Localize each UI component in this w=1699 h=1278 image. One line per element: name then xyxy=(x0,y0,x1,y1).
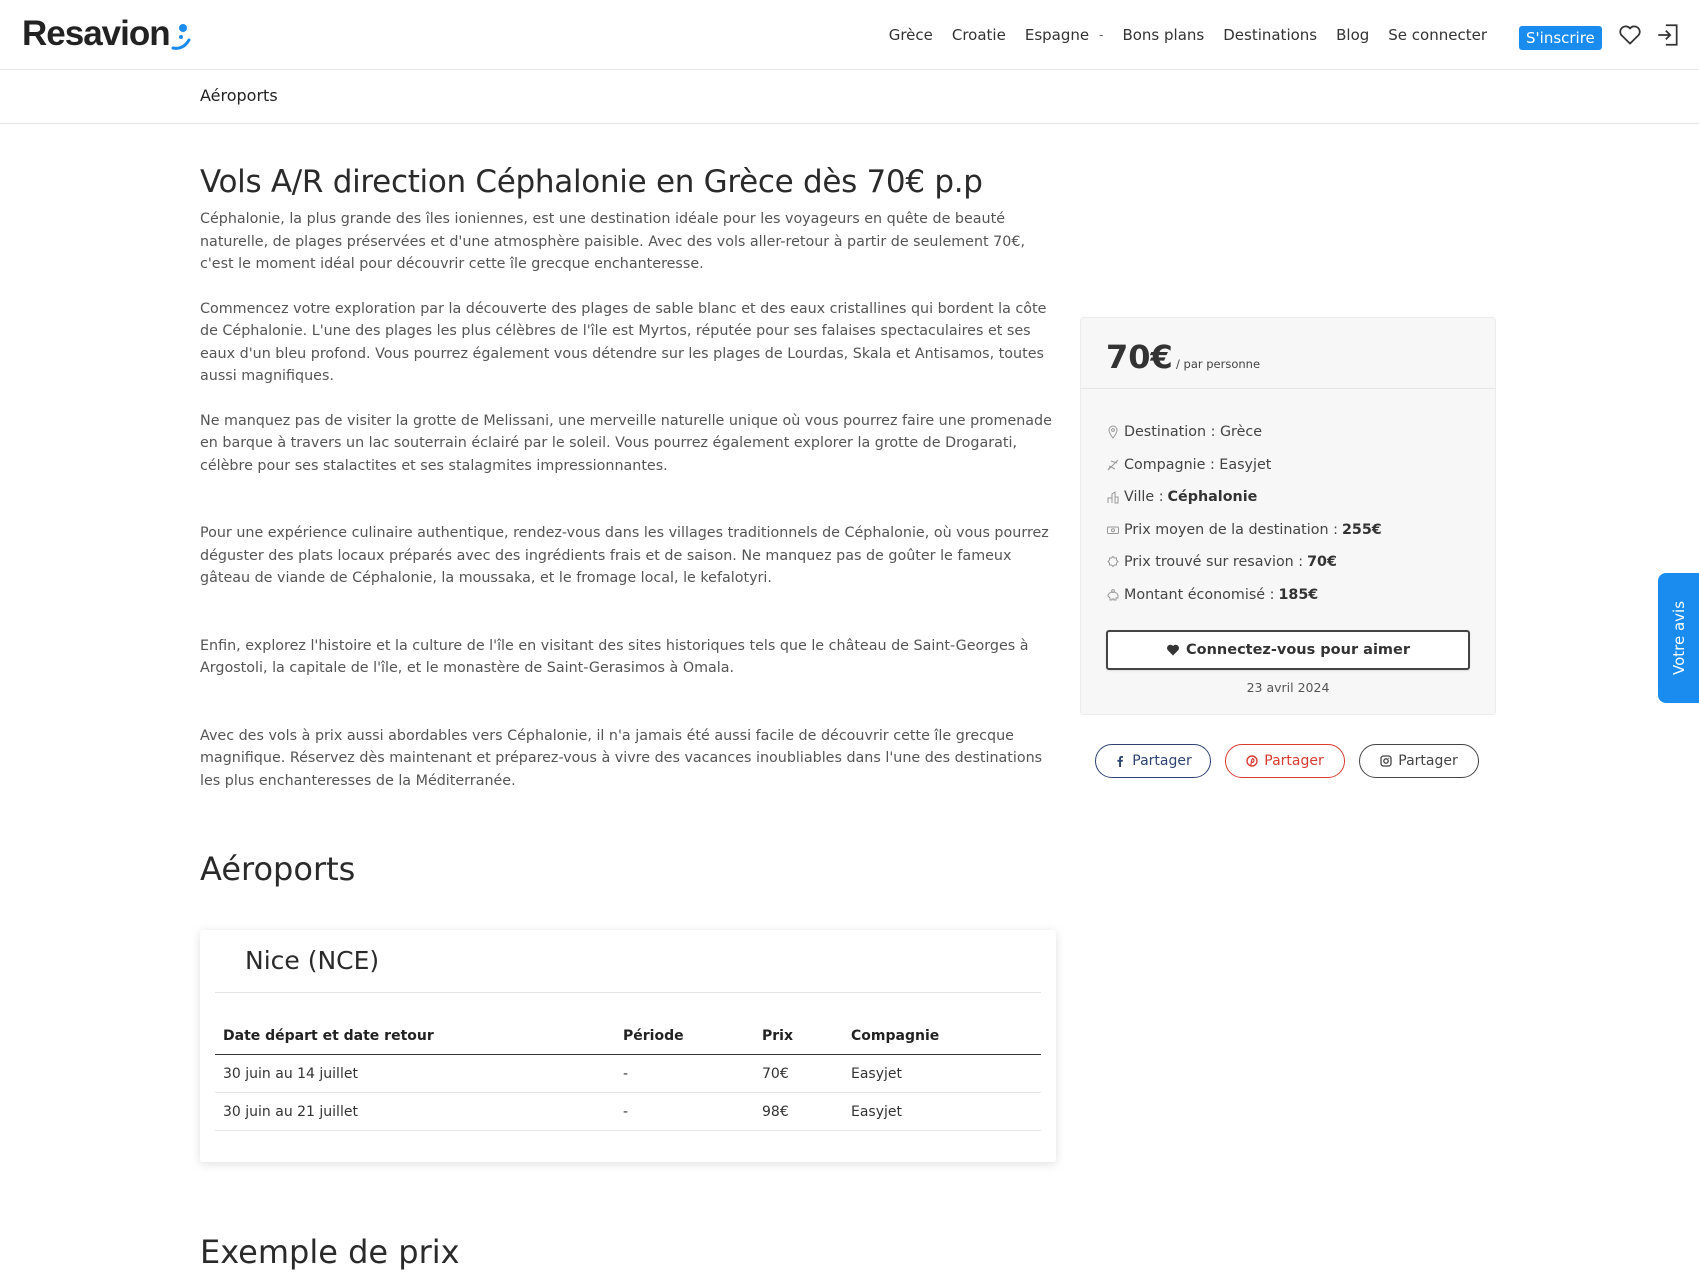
info-savings: Montant économisé : 185€ xyxy=(1106,579,1382,612)
airport-name: Nice (NCE) xyxy=(245,946,380,975)
share-label: Partager xyxy=(1264,753,1324,769)
like-button[interactable]: Connectez-vous pour aimer xyxy=(1106,630,1470,670)
article-paragraph: Pour une expérience culinaire authentiqu… xyxy=(200,525,1049,586)
article-paragraph: Céphalonie, la plus grande des îles ioni… xyxy=(200,211,1026,272)
column-header: Prix xyxy=(754,1028,843,1055)
feedback-label: Votre avis xyxy=(1669,600,1688,676)
price-value: 70€ xyxy=(1106,338,1173,376)
divider xyxy=(215,992,1041,993)
info-city: Ville : Céphalonie xyxy=(1106,481,1382,514)
nav-item-grece[interactable]: Grèce xyxy=(889,26,933,44)
nav-item-blog[interactable]: Blog xyxy=(1336,26,1369,44)
info-label: Montant économisé : xyxy=(1124,586,1275,603)
heart-filled-icon xyxy=(1167,644,1179,656)
info-label: Destination : Grèce xyxy=(1124,424,1263,441)
nav-item-bons-plans[interactable]: Bons plans xyxy=(1122,26,1204,44)
page-title: Vols A/R direction Céphalonie en Grèce d… xyxy=(200,164,983,200)
city-icon xyxy=(1107,491,1119,504)
flights-table: Date départ et date retour Période Prix … xyxy=(215,1028,1041,1131)
plane-icon xyxy=(1107,459,1119,471)
nav-item-destinations[interactable]: Destinations xyxy=(1223,26,1317,44)
share-label: Partager xyxy=(1132,753,1192,769)
article: Vols A/R direction Céphalonie en Grèce d… xyxy=(200,160,1060,792)
article-paragraph: Avec des vols à prix aussi abordables ve… xyxy=(200,727,1043,789)
table-cell: 30 juin au 14 juillet xyxy=(215,1054,615,1093)
table-header-row: Date départ et date retour Période Prix … xyxy=(215,1028,1041,1055)
nav-item-login[interactable]: Se connecter xyxy=(1388,26,1487,44)
breadcrumb: Aéroports xyxy=(200,86,278,105)
nav-dropdown-caret[interactable]: - xyxy=(1099,28,1103,42)
table-cell: 70€ xyxy=(754,1054,843,1093)
info-label: Prix trouvé sur resavion : xyxy=(1124,554,1304,571)
facebook-icon xyxy=(1117,756,1124,767)
info-label: Ville : xyxy=(1124,489,1164,506)
nav-item-espagne[interactable]: Espagne xyxy=(1025,26,1089,44)
main-nav: Grèce Croatie Espagne - Bons plans Desti… xyxy=(870,26,1487,44)
info-destination: Destination : Grèce xyxy=(1106,416,1382,449)
share-pinterest-button[interactable]: Partager xyxy=(1225,744,1345,778)
article-paragraph: Commencez votre exploration par la décou… xyxy=(200,300,1047,385)
map-pin-icon xyxy=(1108,425,1118,440)
info-value: Céphalonie xyxy=(1167,489,1258,506)
site-header: Resavion Grèce Croatie Espagne - Bons pl… xyxy=(0,0,1699,70)
info-value: 70€ xyxy=(1307,554,1337,571)
table-row: 30 juin au 21 juillet - 98€ Easyjet xyxy=(215,1092,1041,1131)
price-examples-heading: Exemple de prix xyxy=(200,1233,460,1271)
share-instagram-button[interactable]: Partager xyxy=(1359,744,1479,778)
piggy-bank-icon xyxy=(1107,588,1119,601)
column-header: Période xyxy=(615,1028,754,1055)
info-value: 185€ xyxy=(1278,586,1319,603)
pinterest-icon xyxy=(1246,755,1258,767)
badge-icon xyxy=(1107,556,1119,568)
table-row: 30 juin au 14 juillet - 70€ Easyjet xyxy=(215,1054,1041,1093)
logo[interactable]: Resavion xyxy=(22,14,191,54)
table-cell: 98€ xyxy=(754,1092,843,1131)
signup-button[interactable]: S'inscrire xyxy=(1519,26,1602,50)
price-header: 70€ / par personne xyxy=(1081,318,1495,389)
share-facebook-button[interactable]: Partager xyxy=(1095,744,1211,778)
info-value: 255€ xyxy=(1341,521,1382,538)
breadcrumb-bar: Aéroports xyxy=(0,70,1699,124)
airport-card: Nice (NCE) Date départ et date retour Pé… xyxy=(200,930,1056,1162)
table-cell: Easyjet xyxy=(843,1092,1041,1131)
heart-icon[interactable] xyxy=(1617,22,1643,48)
instagram-icon xyxy=(1380,755,1392,767)
publish-date: 23 avril 2024 xyxy=(1246,680,1330,695)
price-box: 70€ / par personne Destination : Grèce C… xyxy=(1080,317,1496,715)
article-paragraph: Enfin, explorez l'histoire et la culture… xyxy=(200,637,1029,677)
like-button-label: Connectez-vous pour aimer xyxy=(1185,642,1411,658)
nav-item-croatie[interactable]: Croatie xyxy=(952,26,1006,44)
column-header: Date départ et date retour xyxy=(215,1028,615,1055)
table-cell: 30 juin au 21 juillet xyxy=(215,1092,615,1131)
info-list: Destination : Grèce Compagnie : Easyjet … xyxy=(1106,416,1382,611)
info-airline: Compagnie : Easyjet xyxy=(1106,449,1382,482)
money-icon xyxy=(1107,526,1119,534)
share-label: Partager xyxy=(1398,753,1458,769)
feedback-tab[interactable]: Votre avis xyxy=(1658,573,1699,703)
price-unit: / par personne xyxy=(1176,357,1261,371)
airports-heading: Aéroports xyxy=(200,850,356,888)
table-cell: Easyjet xyxy=(843,1054,1041,1093)
column-header: Compagnie xyxy=(843,1028,1041,1055)
logo-text: Resavion xyxy=(22,14,171,53)
info-average-price: Prix moyen de la destination : 255€ xyxy=(1106,514,1382,547)
logo-plane-icon xyxy=(171,24,191,50)
login-icon[interactable] xyxy=(1655,22,1681,48)
article-paragraph: Ne manquez pas de visiter la grotte de M… xyxy=(200,412,1052,474)
table-cell: - xyxy=(615,1054,754,1093)
info-label: Compagnie : Easyjet xyxy=(1124,456,1272,473)
info-label: Prix moyen de la destination : xyxy=(1124,521,1338,538)
table-cell: - xyxy=(615,1092,754,1131)
info-found-price: Prix trouvé sur resavion : 70€ xyxy=(1106,546,1382,579)
